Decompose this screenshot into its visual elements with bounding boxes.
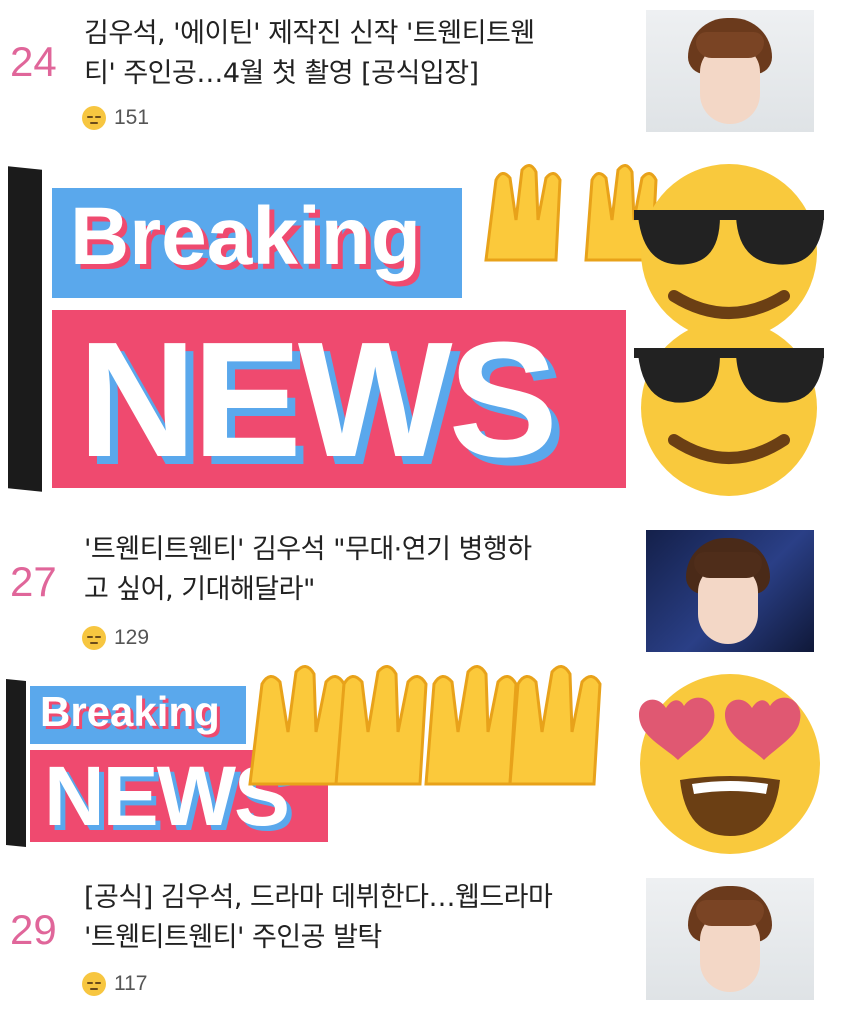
reaction-count: 129 — [114, 626, 150, 649]
breaking-label: Breaking — [70, 191, 421, 282]
article-row[interactable]: 24 김우석, '에이틴' 제작진 신작 '트웬티트웬 티' 주인공…4월 첫 … — [0, 0, 844, 159]
pensive-emoji-icon — [82, 106, 106, 130]
title-line: '트웬티트웬티' 주인공 발탁 — [84, 922, 382, 953]
reaction-count: 151 — [114, 106, 150, 129]
reaction-meta: 129 — [82, 626, 149, 650]
title-line: '트웬티트웬티' 김우석 "무대·연기 병행하 — [84, 534, 532, 565]
breaking-label: Breaking — [40, 688, 220, 735]
portrait-image — [688, 886, 772, 996]
article-rank: 27 — [10, 558, 57, 605]
portrait-image — [686, 538, 770, 648]
article-thumbnail[interactable] — [646, 10, 814, 132]
reaction-meta: 117 — [82, 972, 147, 996]
sticker-bar — [6, 678, 26, 848]
heart-eyes-emoji-icon — [638, 674, 820, 854]
raising-hands-icon — [248, 665, 602, 786]
title-line: 고 싶어, 기대해달라" — [84, 574, 315, 605]
portrait-image — [688, 18, 772, 128]
article-title[interactable]: '트웬티트웬티' 김우석 "무대·연기 병행하 고 싶어, 기대해달라" — [84, 530, 614, 610]
title-line: [공식] 김우석, 드라마 데뷔한다…웹드라마 — [84, 882, 553, 913]
sunglasses-emoji-icon — [634, 320, 824, 496]
title-line: 김우석, '에이틴' 제작진 신작 '트웬티트웬 — [84, 18, 535, 49]
reaction-meta: 151 — [82, 106, 149, 130]
article-row[interactable]: 29 [공식] 김우석, 드라마 데뷔한다…웹드라마 '트웬티트웬티' 주인공 … — [0, 852, 844, 1024]
article-rank: 29 — [10, 906, 57, 953]
article-row[interactable]: 27 '트웬티트웬티' 김우석 "무대·연기 병행하 고 싶어, 기대해달라" … — [0, 504, 844, 679]
article-thumbnail[interactable] — [646, 530, 814, 652]
pensive-emoji-icon — [82, 626, 106, 650]
article-title[interactable]: [공식] 김우석, 드라마 데뷔한다…웹드라마 '트웬티트웬티' 주인공 발탁 — [84, 878, 614, 958]
sunglasses-emoji-icon — [634, 164, 824, 340]
title-line: 티' 주인공…4월 첫 촬영 [공식입장] — [84, 58, 479, 89]
article-thumbnail[interactable] — [646, 878, 814, 1000]
sticker-bar — [8, 166, 42, 492]
pensive-emoji-icon — [82, 972, 106, 996]
news-label: NEWS — [78, 308, 558, 491]
reaction-count: 117 — [114, 972, 148, 995]
article-rank: 24 — [10, 38, 57, 85]
article-title[interactable]: 김우석, '에이틴' 제작진 신작 '트웬티트웬 티' 주인공…4월 첫 촬영 … — [84, 14, 614, 94]
